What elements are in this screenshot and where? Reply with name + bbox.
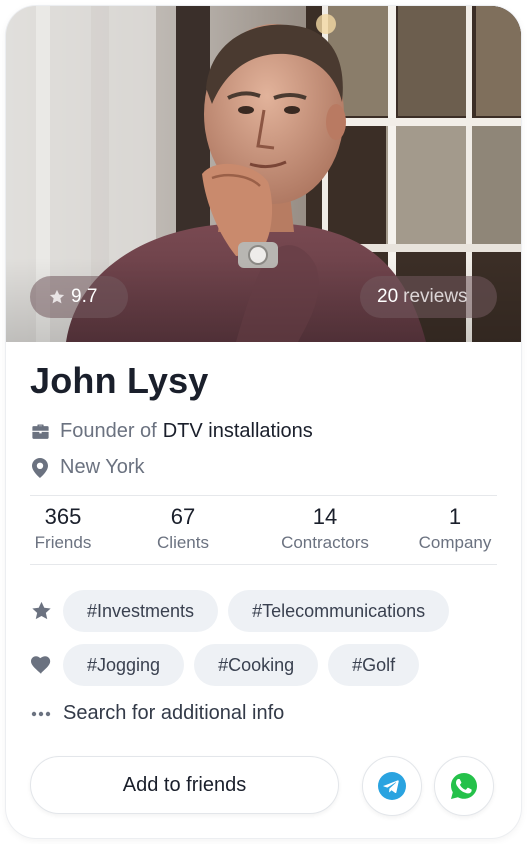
briefcase-icon (30, 422, 50, 442)
hobby-tag[interactable]: #Golf (328, 644, 420, 686)
location-text: New York (60, 456, 145, 478)
profile-photo: 9.7 20 reviews (6, 6, 521, 342)
role-row: Founder of DTV installations (30, 420, 313, 443)
additional-info-label: Search for additional info (63, 702, 285, 724)
role-prefix: Founder of (60, 420, 157, 442)
stat-label: Clients (157, 533, 209, 552)
telegram-icon (378, 772, 406, 800)
hobby-tag[interactable]: #Cooking (194, 644, 319, 686)
additional-info-link[interactable]: Search for additional info (30, 702, 284, 725)
interests-row: #Investments #Telecommunications (30, 590, 459, 632)
company-link[interactable]: DTV installations (163, 420, 313, 443)
more-dots-icon (30, 711, 52, 717)
add-to-friends-button[interactable]: Add to friends (30, 756, 339, 814)
star-icon (30, 600, 52, 622)
location-pin-icon (30, 457, 50, 478)
stat-value: 67 (170, 504, 196, 529)
reviews-count: 20 (377, 286, 399, 307)
stats-divider-bottom (30, 564, 497, 565)
stat-clients[interactable]: 67 Clients (148, 504, 218, 554)
stat-value: 365 (44, 504, 82, 529)
reviews-label: reviews (403, 286, 468, 307)
star-icon (49, 289, 65, 304)
stat-label: Company (418, 533, 492, 552)
stat-label: Contractors (281, 533, 369, 552)
stat-friends[interactable]: 365 Friends (28, 504, 98, 554)
hobby-tag[interactable]: #Jogging (63, 644, 185, 686)
rating-value: 9.7 (71, 286, 98, 307)
interest-tag[interactable]: #Telecommunications (228, 590, 450, 632)
stat-company[interactable]: 1 Company (412, 504, 498, 554)
profile-name: John Lysy (30, 360, 209, 401)
stat-contractors[interactable]: 14 Contractors (268, 504, 382, 554)
whatsapp-button[interactable] (434, 756, 494, 816)
whatsapp-icon (451, 773, 477, 799)
rating-badge: 9.7 (30, 276, 128, 318)
stat-value: 14 (312, 504, 338, 529)
profile-card: 9.7 20 reviews John Lysy Founder of DTV … (6, 6, 521, 838)
location-row: New York (30, 456, 145, 479)
hobbies-row: #Jogging #Cooking #Golf (30, 644, 429, 686)
interest-tag[interactable]: #Investments (63, 590, 219, 632)
stat-value: 1 (448, 504, 462, 529)
reviews-badge[interactable]: 20 reviews (360, 276, 497, 318)
heart-icon (30, 654, 52, 676)
stats-divider-top (30, 495, 497, 496)
telegram-button[interactable] (362, 756, 422, 816)
stat-label: Friends (34, 533, 92, 552)
